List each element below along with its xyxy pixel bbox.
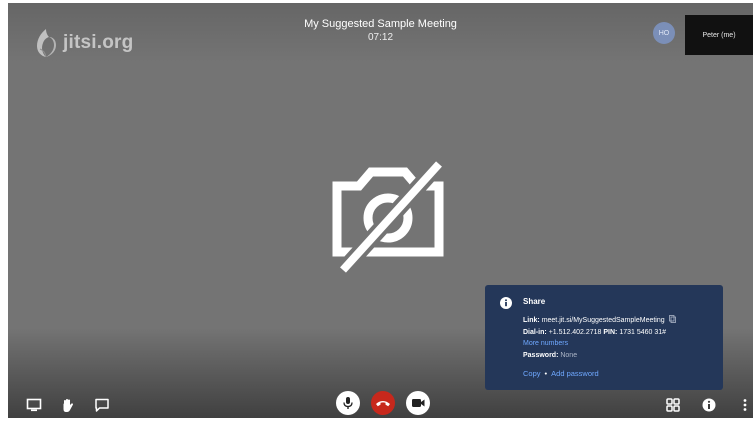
pin-value: 1731 5460 31# bbox=[619, 328, 667, 336]
video-stage: jitsi.org My Suggested Sample Meeting 07… bbox=[8, 3, 753, 418]
info-icon[interactable] bbox=[701, 397, 717, 413]
camera-off-icon bbox=[332, 158, 445, 273]
self-view-tile[interactable]: Peter (me) bbox=[685, 15, 753, 55]
screen-share-icon[interactable] bbox=[26, 397, 42, 413]
share-actions: Copy • Add password bbox=[523, 369, 599, 378]
copy-icon[interactable] bbox=[668, 315, 676, 323]
password-value: None bbox=[560, 351, 578, 359]
password-label: Password: bbox=[523, 351, 559, 359]
more-vertical-icon[interactable] bbox=[737, 397, 753, 413]
participant-avatar[interactable]: HO bbox=[653, 22, 675, 44]
pin-label: PIN: bbox=[603, 328, 618, 336]
dialin-label: Dial-in: bbox=[523, 328, 547, 336]
share-dialog: Share Link: meet.jit.si/MySuggestedSampl… bbox=[485, 285, 723, 390]
share-title: Share bbox=[523, 297, 546, 306]
link-value[interactable]: meet.jit.si/MySuggestedSampleMeeting bbox=[542, 317, 665, 324]
add-password-button[interactable]: Add password bbox=[551, 369, 599, 378]
meeting-title: My Suggested Sample Meeting bbox=[304, 18, 457, 30]
chat-icon[interactable] bbox=[94, 397, 110, 413]
toolbar-center bbox=[336, 391, 430, 415]
info-icon bbox=[500, 297, 512, 309]
raise-hand-icon[interactable] bbox=[60, 397, 76, 413]
self-view-label: Peter (me) bbox=[702, 31, 736, 39]
dialin-value: +1.512.402.2718 bbox=[548, 328, 602, 336]
share-dialin-row: Dial-in: +1.512.402.2718 PIN: 1731 5460 … bbox=[523, 327, 719, 339]
microphone-button[interactable] bbox=[336, 391, 360, 415]
microphone-icon bbox=[343, 397, 353, 409]
video-button[interactable] bbox=[406, 391, 430, 415]
link-label: Link: bbox=[523, 317, 540, 324]
tile-view-icon[interactable] bbox=[665, 397, 681, 413]
meeting-timer: 07:12 bbox=[367, 32, 394, 43]
share-link-row: Link: meet.jit.si/MySuggestedSampleMeeti… bbox=[523, 315, 719, 327]
hangup-button[interactable] bbox=[371, 391, 395, 415]
share-details: Link: meet.jit.si/MySuggestedSampleMeeti… bbox=[523, 315, 719, 361]
meeting-header: My Suggested Sample Meeting 07:12 bbox=[8, 17, 753, 45]
more-numbers-link[interactable]: More numbers bbox=[523, 340, 568, 347]
action-separator: • bbox=[544, 369, 548, 378]
hangup-icon bbox=[376, 401, 390, 407]
toolbar-left bbox=[26, 397, 110, 413]
more-numbers-row: More numbers bbox=[523, 338, 719, 350]
copy-link-button[interactable]: Copy bbox=[523, 369, 541, 378]
video-camera-icon bbox=[412, 399, 425, 407]
toolbar-right bbox=[665, 397, 753, 413]
share-password-row: Password: None bbox=[523, 350, 719, 362]
